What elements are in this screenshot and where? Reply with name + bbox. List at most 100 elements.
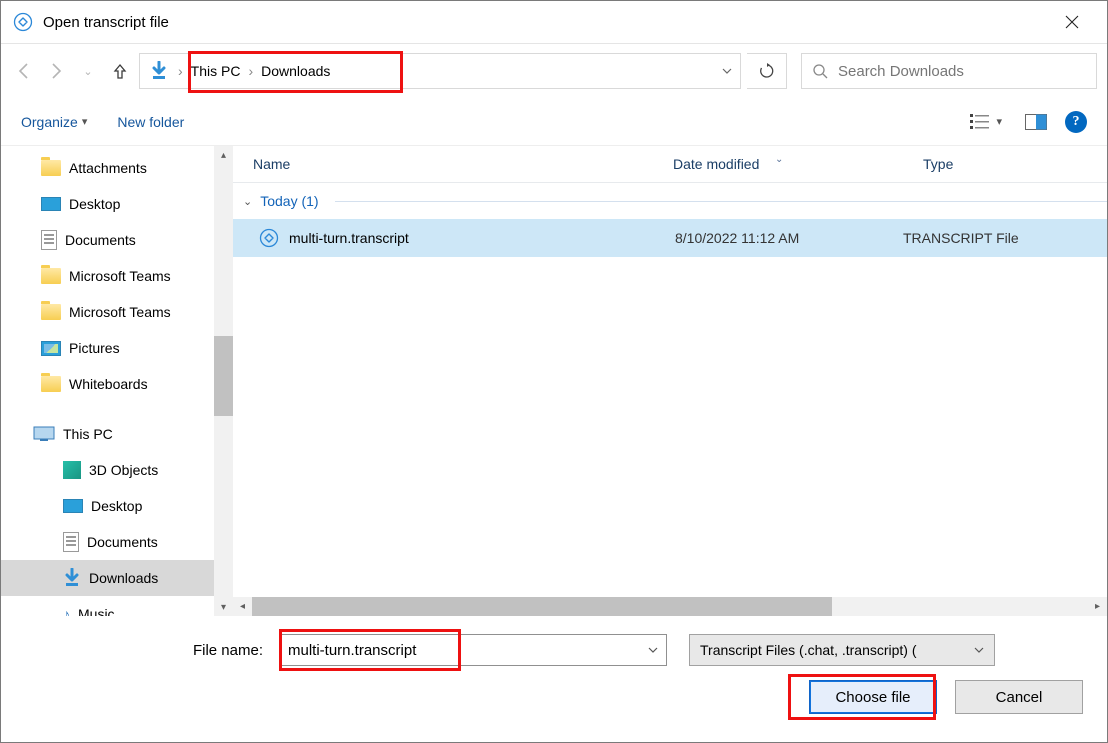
window-title: Open transcript file xyxy=(43,14,1049,31)
scroll-up-icon[interactable]: ▴ xyxy=(214,146,233,164)
tree-item-downloads[interactable]: Downloads xyxy=(1,560,233,596)
filename-input[interactable] xyxy=(279,634,667,666)
group-label: Today (1) xyxy=(260,193,318,209)
forward-button[interactable] xyxy=(43,58,69,84)
file-row[interactable]: multi-turn.transcript 8/10/2022 11:12 AM… xyxy=(233,219,1107,257)
picture-icon xyxy=(41,341,61,356)
tree-item[interactable]: Whiteboards xyxy=(1,366,233,402)
desktop-icon xyxy=(63,499,83,513)
tree-item[interactable]: Attachments xyxy=(1,150,233,186)
breadcrumb[interactable]: › This PC › Downloads xyxy=(139,53,741,89)
cancel-button[interactable]: Cancel xyxy=(955,680,1083,714)
chevron-right-icon: › xyxy=(246,63,255,79)
filename-dropdown[interactable] xyxy=(640,635,666,665)
tree-item-label: 3D Objects xyxy=(89,462,158,478)
organize-menu[interactable]: Organize ▾ xyxy=(21,114,87,130)
main-area: Attachments Desktop Documents Microsoft … xyxy=(1,146,1107,616)
breadcrumb-current[interactable]: Downloads xyxy=(255,59,336,83)
group-header[interactable]: ⌄ Today (1) xyxy=(233,183,1107,219)
navigation-tree: Attachments Desktop Documents Microsoft … xyxy=(1,146,233,616)
document-icon xyxy=(41,230,57,250)
tree-item-label: This PC xyxy=(63,426,113,442)
search-input[interactable] xyxy=(838,63,1086,80)
search-box[interactable] xyxy=(801,53,1097,89)
tree-item[interactable]: Documents xyxy=(1,524,233,560)
tree-item-label: Microsoft Teams xyxy=(69,268,171,284)
app-icon xyxy=(13,12,33,32)
column-name[interactable]: Name xyxy=(233,156,673,172)
downloads-location-icon xyxy=(150,61,168,81)
breadcrumb-dropdown[interactable] xyxy=(712,54,740,88)
filter-label: Transcript Files (.chat, .transcript) ( xyxy=(700,642,968,658)
music-icon: ♪ xyxy=(63,606,70,616)
tree-item-this-pc[interactable]: This PC xyxy=(1,416,233,452)
up-button[interactable] xyxy=(107,58,133,84)
chevron-down-icon xyxy=(974,645,984,655)
search-icon xyxy=(812,63,828,79)
folder-icon xyxy=(41,268,61,284)
column-headers: Name ⌄ Date modified Type xyxy=(233,146,1107,183)
new-folder-button[interactable]: New folder xyxy=(117,114,184,130)
folder-icon xyxy=(41,160,61,176)
document-icon xyxy=(63,532,79,552)
tree-item[interactable]: Pictures xyxy=(1,330,233,366)
choose-file-button[interactable]: Choose file xyxy=(809,680,937,714)
scroll-right-icon[interactable]: ▸ xyxy=(1088,597,1107,616)
tree-item-label: Documents xyxy=(65,232,136,248)
scroll-left-icon[interactable]: ◂ xyxy=(233,597,252,616)
help-button[interactable]: ? xyxy=(1065,111,1087,133)
chevron-right-icon: › xyxy=(176,63,185,79)
list-view-icon xyxy=(970,114,990,130)
tree-item-label: Downloads xyxy=(89,570,158,586)
preview-pane-button[interactable] xyxy=(1025,114,1047,130)
file-type-filter[interactable]: Transcript Files (.chat, .transcript) ( xyxy=(689,634,995,666)
chevron-down-icon: ⌄ xyxy=(243,195,252,208)
refresh-button[interactable] xyxy=(747,53,787,89)
sort-desc-icon: ⌄ xyxy=(775,154,783,165)
tree-item-label: Whiteboards xyxy=(69,376,148,392)
organize-label: Organize xyxy=(21,114,78,130)
scroll-thumb[interactable] xyxy=(252,597,832,616)
pc-icon xyxy=(33,426,55,442)
download-icon xyxy=(63,568,81,588)
scroll-down-icon[interactable]: ▾ xyxy=(214,598,233,616)
filename-label: File name: xyxy=(23,642,271,659)
tree-item-label: Desktop xyxy=(91,498,142,514)
cube-icon xyxy=(63,461,81,479)
column-date-label: Date modified xyxy=(673,156,759,172)
desktop-icon xyxy=(41,197,61,211)
view-mode-button[interactable]: ▾ xyxy=(965,111,1007,133)
folder-icon xyxy=(41,304,61,320)
divider xyxy=(335,201,1107,202)
column-date[interactable]: ⌄ Date modified xyxy=(673,156,923,172)
tree-scrollbar[interactable]: ▴ ▾ xyxy=(214,146,233,616)
file-date: 8/10/2022 11:12 AM xyxy=(653,230,903,246)
breadcrumb-root[interactable]: This PC xyxy=(185,59,247,83)
chevron-down-icon: ▾ xyxy=(82,115,88,128)
tree-item[interactable]: Desktop xyxy=(1,186,233,222)
tree-item-label: Pictures xyxy=(69,340,120,356)
scroll-thumb[interactable] xyxy=(214,336,233,416)
tree-item-label: Attachments xyxy=(69,160,147,176)
recent-dropdown[interactable]: ⌄ xyxy=(75,58,101,84)
chevron-down-icon: ▾ xyxy=(996,115,1002,128)
tree-item-label: Music xyxy=(78,606,115,616)
tree-item[interactable]: Documents xyxy=(1,222,233,258)
tree-item[interactable]: Desktop xyxy=(1,488,233,524)
button-row: Choose file Cancel xyxy=(23,680,1085,714)
transcript-file-icon xyxy=(259,228,279,248)
tree-item-label: Microsoft Teams xyxy=(69,304,171,320)
tree-item[interactable]: 3D Objects xyxy=(1,452,233,488)
tree-item[interactable]: ♪ Music xyxy=(1,596,233,616)
folder-icon xyxy=(41,376,61,392)
tree-item[interactable]: Microsoft Teams xyxy=(1,258,233,294)
tree-item-label: Desktop xyxy=(69,196,120,212)
column-type[interactable]: Type xyxy=(923,156,1107,172)
file-list: Name ⌄ Date modified Type ⌄ Today (1) mul… xyxy=(233,146,1107,616)
back-button[interactable] xyxy=(11,58,37,84)
tree-item-label: Documents xyxy=(87,534,158,550)
close-button[interactable] xyxy=(1049,1,1095,44)
filename-row: File name: Transcript Files (.chat, .tra… xyxy=(23,634,1085,666)
horizontal-scrollbar[interactable]: ◂ ▸ xyxy=(233,597,1107,616)
tree-item[interactable]: Microsoft Teams xyxy=(1,294,233,330)
